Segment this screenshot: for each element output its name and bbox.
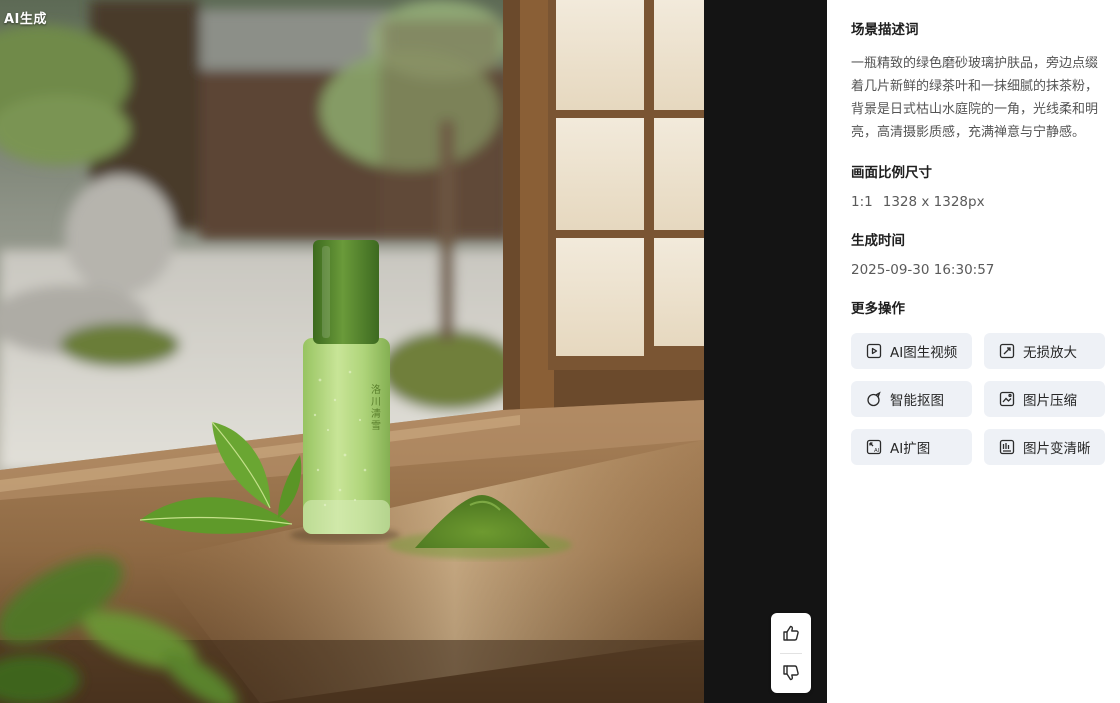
product-bottle: 洛川清雪 [303, 240, 390, 534]
action-label: AI扩图 [890, 441, 931, 457]
time-section: 生成时间 2025-09-30 16:30:57 [851, 231, 1104, 280]
generated-image[interactable]: 洛川清雪 AI生成 [0, 0, 704, 703]
image-compress-button[interactable]: 图片压缩 [984, 381, 1105, 417]
scene-description-text: 一瓶精致的绿色磨砂玻璃护肤品，旁边点缀着几片新鲜的绿茶叶和一抹细腻的抹茶粉，背景… [851, 56, 1099, 140]
scene-description-title: 场景描述词 [851, 22, 919, 38]
action-label: 无损放大 [1023, 345, 1077, 361]
image-viewer: 洛川清雪 AI生成 [0, 0, 827, 703]
upscale-icon [999, 343, 1015, 359]
action-label: AI图生视频 [890, 345, 958, 361]
aspect-ratio: 1:1 [851, 194, 873, 210]
smart-cutout-button[interactable]: 智能抠图 [851, 381, 972, 417]
action-label: 智能抠图 [890, 393, 944, 409]
generated-time: 2025-09-30 16:30:57 [851, 262, 995, 278]
ratio-section: 画面比例尺寸 1:1 1328 x 1328px [851, 163, 1104, 212]
image-size: 1328 x 1328px [882, 194, 985, 210]
expand-image-icon: AI [866, 439, 882, 455]
ai-image-to-video-button[interactable]: AI图生视频 [851, 333, 972, 369]
more-actions-section: 更多操作 AI图生视频 无损放大 智能抠图 图片压缩 AI AI扩图 图片变清晰 [851, 299, 1105, 465]
bottle-label-text: 洛川清雪 [369, 383, 381, 432]
image-to-video-icon [866, 343, 882, 359]
ai-expand-image-button[interactable]: AI AI扩图 [851, 429, 972, 465]
ratio-title: 画面比例尺寸 [851, 165, 932, 181]
image-sharpen-button[interactable]: 图片变清晰 [984, 429, 1105, 465]
time-title: 生成时间 [851, 233, 905, 249]
action-label: 图片变清晰 [1023, 441, 1091, 457]
scene-description-section: 场景描述词 一瓶精致的绿色磨砂玻璃护肤品，旁边点缀着几片新鲜的绿茶叶和一抹细腻的… [851, 20, 1104, 144]
compress-icon [999, 391, 1015, 407]
lossless-upscale-button[interactable]: 无损放大 [984, 333, 1105, 369]
thumbs-up-icon[interactable] [779, 621, 803, 645]
info-panel: 场景描述词 一瓶精致的绿色磨砂玻璃护肤品，旁边点缀着几片新鲜的绿茶叶和一抹细腻的… [827, 0, 1120, 703]
cutout-icon [866, 391, 882, 407]
thumbs-down-icon[interactable] [779, 661, 803, 685]
sharpen-icon [999, 439, 1015, 455]
more-actions-title: 更多操作 [851, 301, 905, 317]
ai-generated-badge: AI生成 [4, 12, 47, 27]
svg-text:AI: AI [874, 448, 880, 454]
actions-grid: AI图生视频 无损放大 智能抠图 图片压缩 AI AI扩图 图片变清晰 [851, 333, 1105, 465]
ratio-value: 1:1 1328 x 1328px [851, 192, 1104, 212]
feedback-divider [780, 652, 802, 654]
feedback-bar [771, 613, 811, 693]
action-label: 图片压缩 [1023, 393, 1077, 409]
